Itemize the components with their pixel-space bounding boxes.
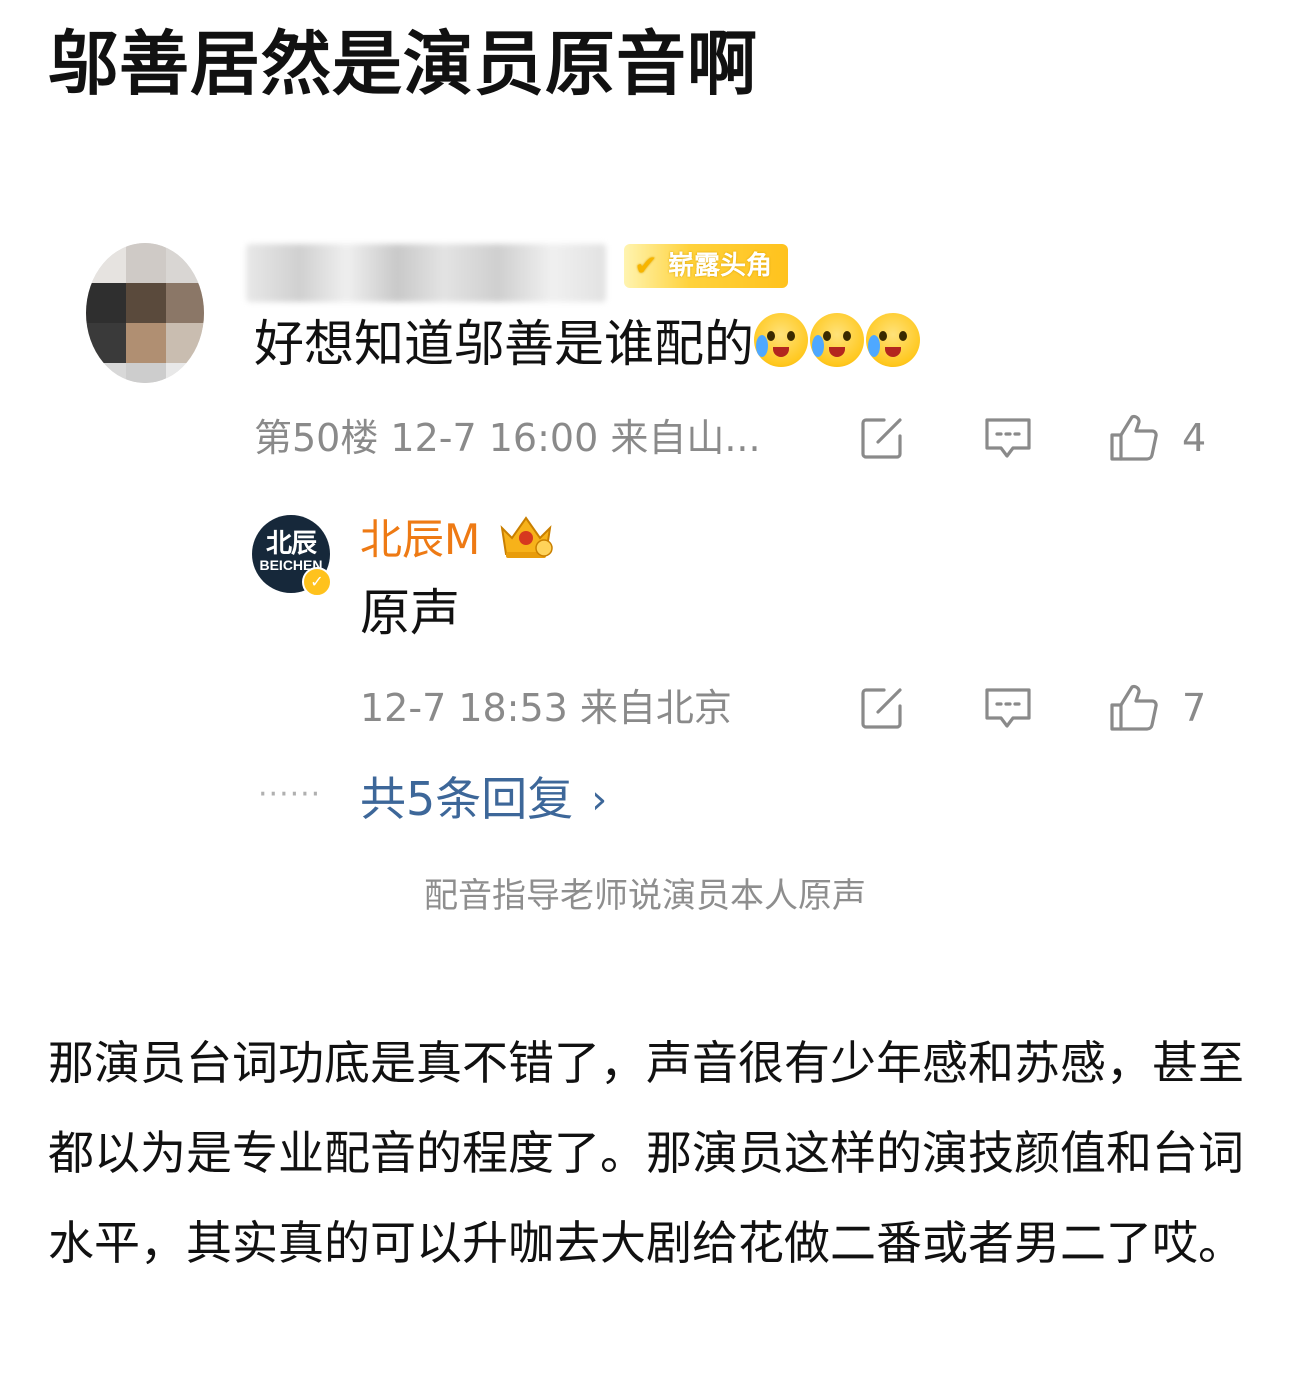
user-level-badge: ✔ 崭露头角 [624,244,789,288]
like-icon[interactable] [1106,680,1162,736]
like-count: 4 [1182,416,1207,460]
reply-username[interactable]: 北辰M [360,512,480,568]
checkmark-icon: ✔ [634,249,658,282]
like-count: 7 [1182,686,1207,730]
comment-body: 好想知道邬善是谁配的 [254,315,754,373]
thread-dots: ······ [258,777,322,812]
comment-icon[interactable] [980,410,1036,466]
verified-icon: ✓ [302,567,332,597]
comment-meta: 第50楼 12-7 16:00 来自山... [254,416,761,460]
reply-avatar[interactable]: 北辰 BEICHEN ✓ [252,515,332,597]
post-title: 邬善居然是演员原音啊 [48,23,758,105]
chevron-right-icon: › [591,777,608,823]
crying-emoji-icon [754,313,808,367]
crown-icon [500,516,553,558]
more-replies-label: 共5条回复 [360,772,574,826]
comment-text: 好想知道邬善是谁配的 [254,308,922,380]
badge-label: 崭露头角 [668,251,773,281]
reply-meta: 12-7 18:53 来自北京 [360,686,732,730]
avatar-logo-text: 北辰 [265,528,317,558]
share-icon[interactable] [854,680,910,736]
image-caption: 配音指导老师说演员本人原声 [424,876,866,916]
blurred-username[interactable] [246,244,606,302]
crying-emoji-icon [866,313,920,367]
view-more-replies-link[interactable]: 共5条回复 › [360,770,607,829]
comment-icon[interactable] [980,680,1036,736]
reply-text: 原声 [360,584,460,642]
blurred-avatar [86,243,204,383]
crying-emoji-icon [810,313,864,367]
like-icon[interactable] [1106,410,1162,466]
post-body: 那演员台词功底是真不错了，声音很有少年感和苏感，甚至都以为是专业配音的程度了。那… [48,1036,1244,1270]
share-icon[interactable] [854,410,910,466]
